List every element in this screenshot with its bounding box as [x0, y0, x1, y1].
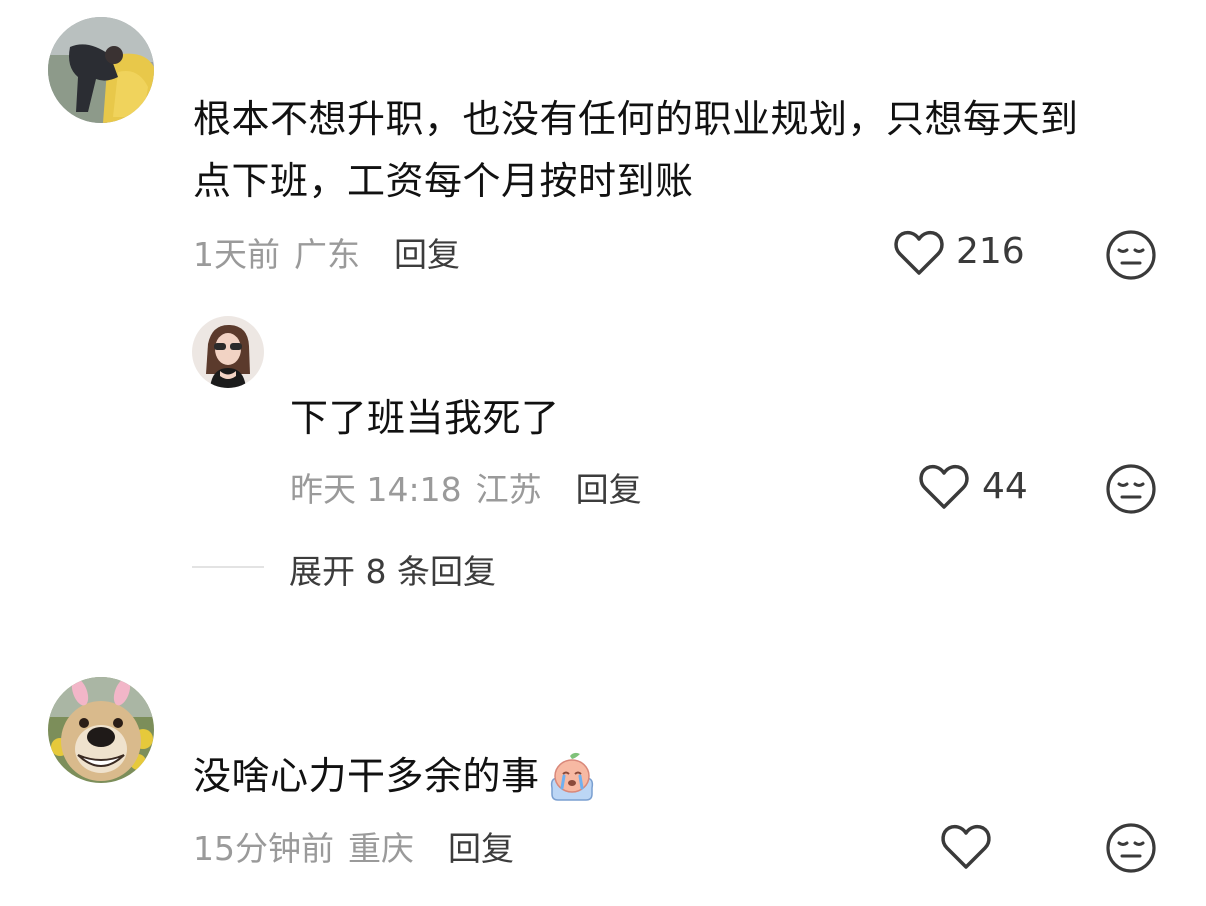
reply-time: 昨天 14:18 [290, 470, 462, 509]
crying-peach-emoji-icon [544, 748, 600, 804]
meh-face-icon[interactable] [1105, 822, 1157, 874]
expand-replies-button[interactable]: 展开 8 条回复 [289, 545, 496, 593]
meh-face-icon[interactable] [1105, 463, 1157, 515]
like-count: 44 [982, 466, 1028, 507]
comment-meta: 15分钟前 重庆 回复 [193, 824, 514, 868]
reply-button[interactable]: 回复 [576, 463, 642, 511]
meh-face-icon[interactable] [1105, 229, 1157, 281]
reply-avatar[interactable] [192, 316, 264, 388]
comment-location: 广东 [294, 235, 360, 274]
commenter-avatar[interactable] [48, 17, 154, 123]
expand-divider [192, 566, 264, 568]
comment-text-content: 没啥心力干多余的事 [193, 754, 540, 798]
comment-text-line: 点下班，工资每个月按时到账 [193, 159, 694, 203]
reply-text: 下了班当我死了 [290, 396, 560, 440]
like-count: 216 [956, 231, 1025, 272]
comment-meta: 1天前 广东 回复 [193, 230, 460, 274]
reply-button[interactable]: 回复 [448, 822, 514, 870]
reply-meta: 昨天 14:18 江苏 回复 [290, 465, 642, 509]
comment-time: 1天前 [193, 235, 280, 274]
reply-location: 江苏 [475, 470, 542, 509]
comment-time: 15分钟前 [193, 829, 334, 868]
commenter-avatar[interactable] [48, 677, 154, 783]
heart-outline-icon[interactable] [918, 463, 970, 511]
comment-text: 根本不想升职，也没有任何的职业规划，只想每天到 点下班，工资每个月按时到账 [193, 88, 1173, 212]
comment-section: 根本不想升职，也没有任何的职业规划，只想每天到 点下班，工资每个月按时到账 1天… [0, 0, 1206, 906]
heart-outline-icon[interactable] [940, 823, 992, 871]
reply-button[interactable]: 回复 [394, 228, 460, 276]
heart-outline-icon[interactable] [893, 229, 945, 277]
comment-text-line: 根本不想升职，也没有任何的职业规划，只想每天到 [193, 97, 1079, 141]
comment-text: 没啥心力干多余的事 [193, 745, 600, 807]
comment-location: 重庆 [348, 829, 414, 868]
